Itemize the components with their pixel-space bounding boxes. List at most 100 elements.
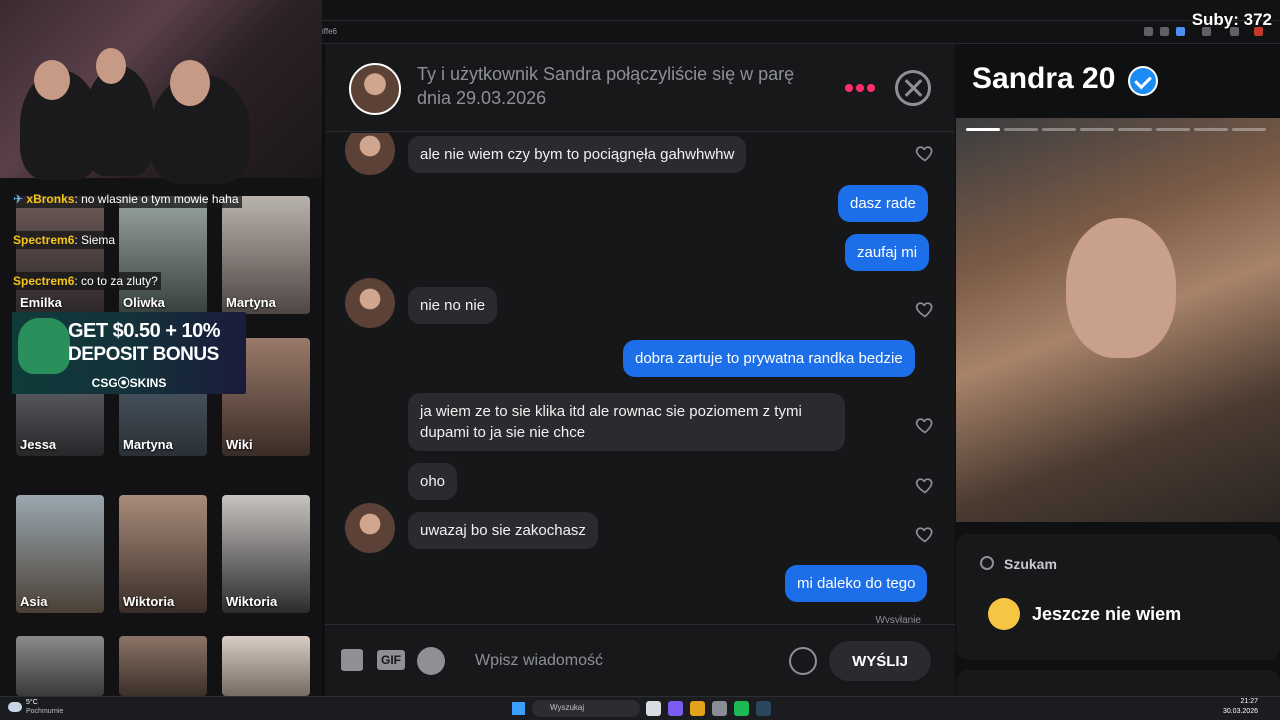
- obs-icon[interactable]: [712, 701, 727, 716]
- tile-name: Asia: [20, 594, 48, 609]
- streamer-face: [170, 60, 210, 106]
- profile-tile[interactable]: Asia: [16, 495, 104, 613]
- streamer-face: [34, 60, 70, 100]
- stream-chat-line: Spectrem6: co to za zluty?: [10, 272, 161, 290]
- clock-date[interactable]: 30.03.2026: [1223, 708, 1258, 715]
- promo-headline: GET $0.50 + 10%: [68, 320, 221, 342]
- subscriber-counter: Suby: 372: [1191, 10, 1272, 29]
- windows-taskbar: 5°C Pochmurnie Wyszukaj 21:27 30.03.2026: [0, 696, 1280, 720]
- message-incoming: ja wiem ze to sie klika itd ale rownac s…: [408, 393, 845, 451]
- chrome-icon[interactable]: [690, 701, 705, 716]
- heart-icon[interactable]: [915, 415, 935, 435]
- message-composer: GIF WYŚLIJ: [325, 624, 955, 696]
- message-list: ale nie wiem czy bym to pociągnęła gahwh…: [325, 133, 955, 623]
- profile-tile[interactable]: Martyna: [222, 196, 310, 314]
- tile-name: Jessa: [20, 437, 57, 452]
- photo-face: [1066, 218, 1176, 358]
- looking-for-card: Szukam Jeszcze nie wiem: [956, 534, 1280, 660]
- search-icon: [980, 556, 994, 570]
- cast-icon[interactable]: [1160, 27, 1169, 36]
- stream-chat-line: ✈ xBronks: no wlasnie o tym mowie haha: [10, 190, 242, 208]
- profile-panel: Sandra 20 Szukam Jeszcze nie wiem: [956, 44, 1280, 710]
- weather-temperature: 5°C: [26, 699, 38, 706]
- tile-name: Martyna: [123, 437, 173, 452]
- looking-for-label: Szukam: [1004, 556, 1057, 572]
- cloud-icon[interactable]: [8, 702, 22, 712]
- heart-icon[interactable]: [915, 299, 935, 319]
- thinking-face-icon: [988, 598, 1020, 630]
- chat-message: no wlasnie o tym mowie haha: [81, 192, 239, 206]
- profile-name: Sandra 20: [972, 62, 1116, 95]
- profile-tile[interactable]: Wiktoria: [119, 495, 207, 613]
- chat-message: co to za zluty?: [81, 274, 158, 288]
- gif-button[interactable]: GIF: [377, 650, 405, 670]
- message-incoming: uwazaj bo sie zakochasz: [408, 512, 598, 549]
- tile-name: Oliwka: [123, 295, 165, 310]
- zoom-icon[interactable]: [1144, 27, 1153, 36]
- profile-tile[interactable]: Emilka: [16, 196, 104, 314]
- stream-column: Emilka Oliwka Martyna Jessa Martyna Wiki…: [0, 0, 322, 696]
- bookmark-star-icon[interactable]: [1176, 27, 1185, 36]
- webcam-feed: [0, 0, 322, 184]
- match-avatar[interactable]: [349, 63, 401, 115]
- message-outgoing: mi daleko do tego: [785, 565, 928, 602]
- profile-tile[interactable]: [119, 636, 207, 696]
- tile-name: Emilka: [20, 295, 62, 310]
- message-incoming: ale nie wiem czy bym to pociągnęła gahwh…: [408, 136, 747, 173]
- send-button[interactable]: WYŚLIJ: [829, 641, 931, 681]
- profile-tile[interactable]: [222, 636, 310, 696]
- avatar: [345, 503, 395, 553]
- tile-name: Wiktoria: [123, 594, 175, 609]
- close-icon[interactable]: [895, 70, 931, 106]
- taskbar-search-placeholder: Wyszukaj: [550, 703, 585, 712]
- message-outgoing: zaufaj mi: [845, 234, 930, 271]
- promo-mascot-icon: [18, 318, 70, 374]
- heart-icon[interactable]: [915, 524, 935, 544]
- chat-username: xBronks: [26, 192, 75, 206]
- address-bar[interactable]: iffe6: [322, 27, 337, 36]
- profile-tile[interactable]: Oliwka: [119, 196, 207, 314]
- spotify-icon[interactable]: [417, 647, 445, 675]
- promo-brand: CSG⦿SKINS: [91, 376, 167, 390]
- browser-toolbar: iffe6: [322, 0, 1280, 44]
- streamer-silhouette: [84, 66, 154, 176]
- promo-banner: GET $0.50 + 10% DEPOSIT BONUS CSG⦿SKINS: [12, 312, 246, 394]
- tile-name: Wiktoria: [226, 594, 278, 609]
- profile-photo[interactable]: [956, 118, 1280, 522]
- profile-tile[interactable]: Wiktoria: [222, 495, 310, 613]
- photo-progress: [966, 128, 1280, 131]
- spotify-icon[interactable]: [734, 701, 749, 716]
- chat-username: Spectrem6: [13, 274, 75, 288]
- message-input[interactable]: [475, 647, 775, 675]
- file-explorer-icon[interactable]: [646, 701, 661, 716]
- windows-start-icon[interactable]: [512, 702, 525, 715]
- emoji-icon[interactable]: [789, 647, 817, 675]
- weather-description: Pochmurnie: [26, 708, 64, 715]
- stream-chat-line: Spectrem6: Siema: [10, 231, 119, 249]
- chat-message: Siema: [81, 233, 116, 247]
- promo-subheadline: DEPOSIT BONUS: [68, 344, 219, 365]
- streamer-face: [96, 48, 126, 84]
- chat-header: Ty i użytkownik Sandra połączyliście się…: [325, 44, 955, 132]
- clock-time[interactable]: 21:27: [1240, 698, 1258, 705]
- heart-icon[interactable]: [915, 143, 935, 163]
- looking-for-value: Jeszcze nie wiem: [1032, 604, 1182, 624]
- photo-icon[interactable]: [341, 649, 363, 671]
- match-info-text: Ty i użytkownik Sandra połączyliście się…: [417, 64, 795, 108]
- more-options-icon[interactable]: [843, 76, 877, 100]
- verified-badge-icon: [1128, 66, 1158, 96]
- tile-name: Wiki: [226, 437, 253, 452]
- chat-panel: Ty i użytkownik Sandra połączyliście się…: [325, 44, 955, 696]
- profile-tile[interactable]: [16, 636, 104, 696]
- message-outgoing: dobra zartuje to prywatna randka bedzie: [623, 340, 915, 377]
- message-incoming: nie no nie: [408, 287, 498, 324]
- app-icon[interactable]: [668, 701, 683, 716]
- steam-icon[interactable]: [756, 701, 771, 716]
- message-incoming: oho: [408, 463, 458, 500]
- chat-badge-icon: ✈: [13, 192, 24, 206]
- sending-status: Wysyłanie: [875, 615, 921, 623]
- heart-icon[interactable]: [915, 475, 935, 495]
- chat-username: Spectrem6: [13, 233, 75, 247]
- message-outgoing: dasz rade: [838, 185, 928, 222]
- taskbar-search[interactable]: Wyszukaj: [532, 700, 640, 717]
